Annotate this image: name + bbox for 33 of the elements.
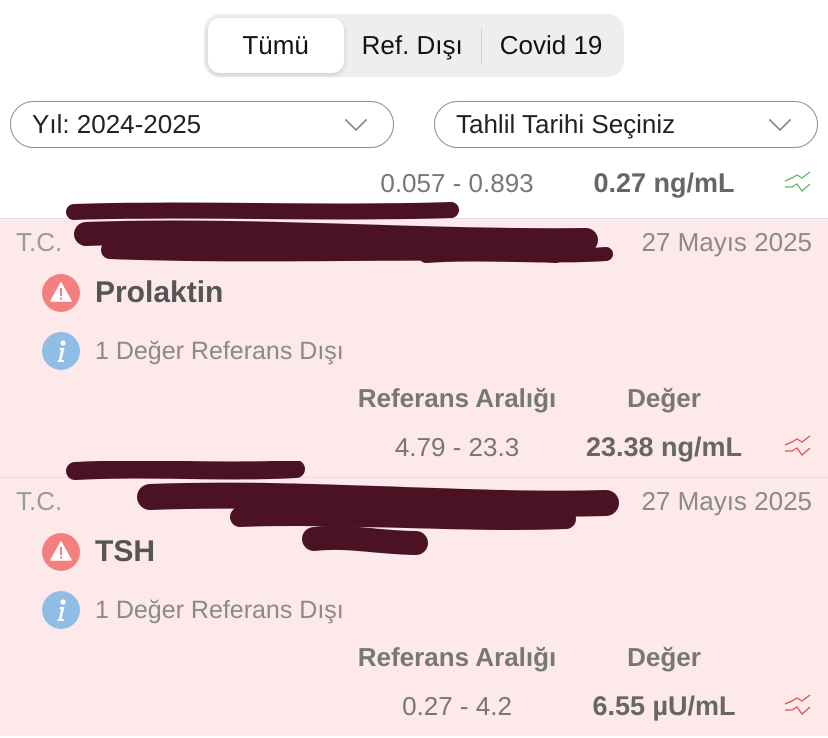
test-name: TSH: [95, 535, 155, 569]
result-card[interactable]: T.C. 27 Mayıs 2025 TSH 1 Değer Referans Dışı Referans Aralığı Değer 0.27 - 4.2 6.55 µU/mL: [0, 477, 828, 736]
result-value-text: 23.38 ng/mL: [586, 432, 742, 462]
warning-icon: [42, 533, 80, 571]
segment-tab[interactable]: Covid 19: [482, 18, 620, 73]
filter-dropdown[interactable]: Tahlil Tarihi Seçiniz: [434, 101, 818, 148]
filter-dropdown[interactable]: Yıl: 2024-2025: [10, 101, 394, 148]
chevron-down-icon: [769, 118, 791, 130]
reference-range-text: 0.27 - 4.2: [402, 691, 512, 721]
segment-tab[interactable]: Ref. Dışı: [344, 18, 481, 73]
column-header: Değer: [627, 642, 701, 672]
trend-chart-icon[interactable]: [784, 171, 812, 195]
warning-icon: [42, 274, 80, 312]
info-icon: [42, 332, 80, 370]
column-header: Değer: [627, 383, 701, 413]
segment-tab[interactable]: Tümü: [208, 18, 344, 73]
out-of-range-note: 1 Değer Referans Dışı: [95, 595, 344, 625]
info-icon: [42, 591, 80, 629]
reference-range-text: 4.79 - 23.3: [394, 432, 520, 462]
column-header: Referans Aralığı: [358, 383, 556, 413]
date-text: 27 Mayıs 2025: [641, 227, 812, 257]
date-text: 27 Mayıs 2025: [641, 486, 812, 516]
trend-chart-icon[interactable]: [784, 435, 812, 459]
reference-range-text: 0.057 - 0.893: [380, 168, 534, 198]
result-value-text: 0.27 ng/mL: [593, 168, 735, 198]
out-of-range-note: 1 Değer Referans Dışı: [95, 336, 344, 366]
chevron-down-icon: [345, 118, 367, 130]
hospital-name-text: T.C.: [16, 227, 62, 257]
test-name: Prolaktin: [95, 276, 224, 310]
trend-chart-icon[interactable]: [784, 694, 812, 718]
result-value-text: 6.55 µU/mL: [592, 691, 736, 721]
hospital-name-text: T.C.: [16, 486, 62, 516]
column-header: Referans Aralığı: [358, 642, 556, 672]
